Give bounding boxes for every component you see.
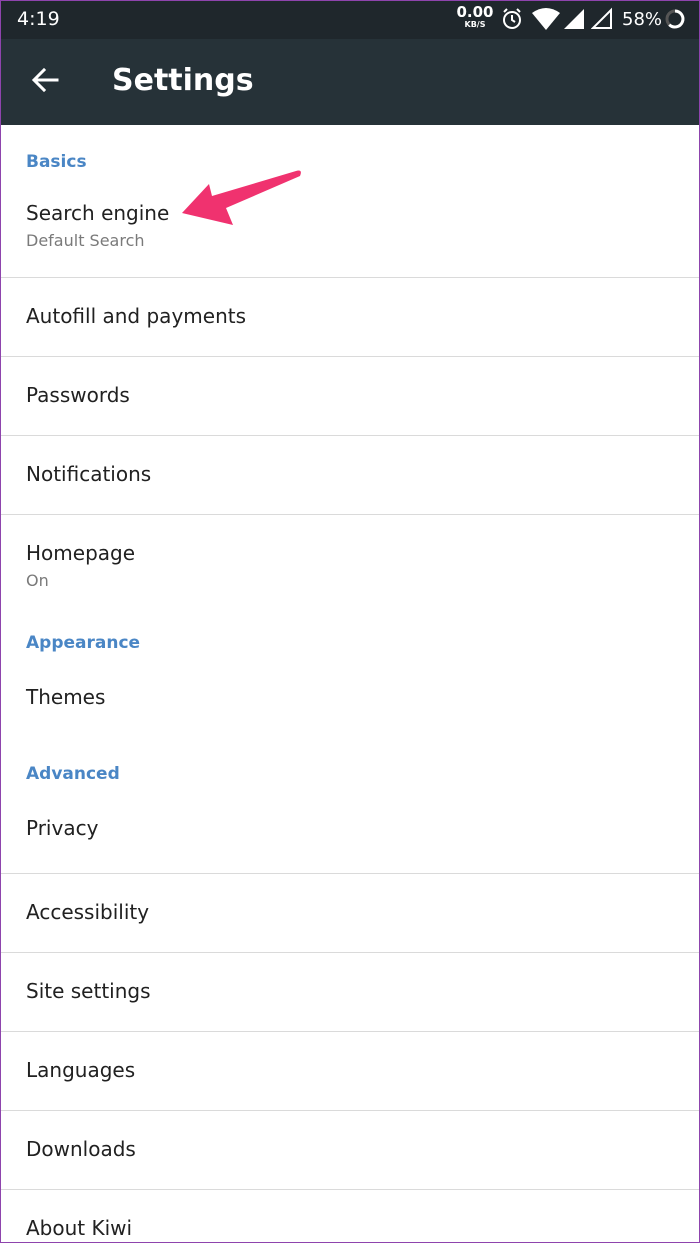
app-bar: Settings	[1, 39, 699, 125]
settings-list: Basics Search engine Default Search Auto…	[1, 125, 699, 1240]
settings-item-label: Privacy	[26, 816, 99, 840]
status-bar: 4:19 0.00 KB/S 58%	[1, 1, 699, 39]
alarm-icon	[503, 8, 521, 29]
settings-item-passwords[interactable]: Passwords	[1, 357, 699, 435]
settings-item-privacy[interactable]: Privacy	[1, 795, 699, 873]
settings-item-label: Accessibility	[26, 900, 150, 924]
settings-item-about[interactable]: About Kiwi	[1, 1190, 699, 1240]
settings-item-label: Search engine	[26, 201, 170, 225]
settings-item-label: Site settings	[26, 979, 151, 1003]
settings-item-summary: Default Search	[26, 231, 145, 250]
network-speed-unit: KB/S	[464, 20, 486, 29]
section-header-advanced: Advanced	[26, 764, 120, 784]
settings-item-search-engine[interactable]: Search engine Default Search	[1, 179, 699, 277]
network-speed-value: 0.00	[456, 3, 494, 21]
settings-item-label: About Kiwi	[26, 1216, 133, 1240]
battery-percent: 58%	[622, 9, 663, 30]
settings-item-downloads[interactable]: Downloads	[1, 1111, 699, 1189]
back-arrow-icon[interactable]	[29, 64, 61, 96]
settings-item-label: Notifications	[26, 462, 152, 486]
section-header-basics: Basics	[26, 152, 87, 172]
annotation-arrow-icon	[182, 170, 301, 225]
settings-item-themes[interactable]: Themes	[1, 665, 699, 743]
settings-item-summary: On	[26, 571, 49, 590]
settings-item-autofill[interactable]: Autofill and payments	[1, 278, 699, 356]
status-time: 4:19	[17, 8, 60, 30]
section-header-appearance: Appearance	[26, 633, 141, 653]
signal-icon	[564, 9, 584, 29]
settings-item-label: Homepage	[26, 541, 136, 565]
settings-item-label: Themes	[26, 685, 106, 709]
page-title: Settings	[112, 63, 254, 98]
settings-item-accessibility[interactable]: Accessibility	[1, 874, 699, 952]
settings-item-label: Autofill and payments	[26, 304, 246, 328]
settings-item-label: Passwords	[26, 383, 130, 407]
settings-item-label: Languages	[26, 1058, 136, 1082]
wifi-icon	[532, 8, 560, 30]
settings-item-languages[interactable]: Languages	[1, 1032, 699, 1110]
settings-item-homepage[interactable]: Homepage On	[1, 515, 699, 613]
battery-ring-icon	[665, 9, 685, 29]
settings-item-label: Downloads	[26, 1137, 136, 1161]
signal-empty-icon	[591, 7, 612, 29]
network-speed: 0.00 KB/S	[456, 5, 494, 29]
settings-item-site-settings[interactable]: Site settings	[1, 953, 699, 1031]
settings-item-notifications[interactable]: Notifications	[1, 436, 699, 514]
